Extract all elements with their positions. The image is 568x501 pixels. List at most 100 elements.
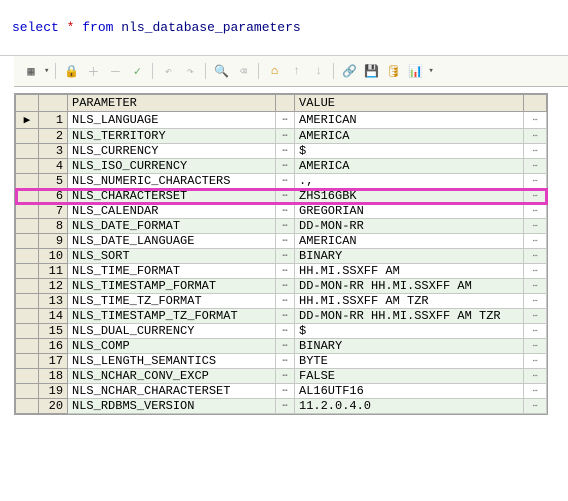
table-row[interactable]: 2NLS_TERRITORY⋯AMERICA⋯ — [16, 129, 547, 144]
table-row[interactable]: 13NLS_TIME_TZ_FORMAT⋯HH.MI.SSXFF AM TZR⋯ — [16, 294, 547, 309]
check-icon[interactable]: ✓ — [128, 62, 146, 80]
cell-value-more-icon[interactable]: ⋯ — [524, 294, 547, 309]
cell-value-more-icon[interactable]: ⋯ — [524, 189, 547, 204]
cell-value[interactable]: ., — [295, 174, 524, 189]
cell-parameter[interactable]: NLS_CALENDAR — [68, 204, 276, 219]
cell-value-more-icon[interactable]: ⋯ — [524, 354, 547, 369]
grid-icon[interactable]: ▦ — [22, 62, 40, 80]
cell-value-more-icon[interactable]: ⋯ — [524, 384, 547, 399]
table-row[interactable]: 16NLS_COMP⋯BINARY⋯ — [16, 339, 547, 354]
cell-param-more-icon[interactable]: ⋯ — [276, 294, 295, 309]
cell-param-more-icon[interactable]: ⋯ — [276, 189, 295, 204]
table-row[interactable]: 10NLS_SORT⋯BINARY⋯ — [16, 249, 547, 264]
cell-param-more-icon[interactable]: ⋯ — [276, 112, 295, 129]
cell-parameter[interactable]: NLS_LENGTH_SEMANTICS — [68, 354, 276, 369]
cell-value[interactable]: AMERICAN — [295, 234, 524, 249]
cell-param-more-icon[interactable]: ⋯ — [276, 339, 295, 354]
cell-value-more-icon[interactable]: ⋯ — [524, 159, 547, 174]
cell-parameter[interactable]: NLS_ISO_CURRENCY — [68, 159, 276, 174]
table-row[interactable]: 20NLS_RDBMS_VERSION⋯11.2.0.4.0⋯ — [16, 399, 547, 414]
cell-value[interactable]: 11.2.0.4.0 — [295, 399, 524, 414]
table-row[interactable]: 11NLS_TIME_FORMAT⋯HH.MI.SSXFF AM⋯ — [16, 264, 547, 279]
cell-value[interactable]: HH.MI.SSXFF AM TZR — [295, 294, 524, 309]
column-parameter[interactable]: PARAMETER — [68, 95, 276, 112]
table-row[interactable]: 18NLS_NCHAR_CONV_EXCP⋯FALSE⋯ — [16, 369, 547, 384]
table-row[interactable]: ▶1NLS_LANGUAGE⋯AMERICAN⋯ — [16, 112, 547, 129]
cell-value-more-icon[interactable]: ⋯ — [524, 129, 547, 144]
undo-icon[interactable]: ↶ — [159, 62, 177, 80]
table-row[interactable]: 3NLS_CURRENCY⋯$⋯ — [16, 144, 547, 159]
cell-value-more-icon[interactable]: ⋯ — [524, 279, 547, 294]
db-icon[interactable]: 🛢 — [384, 62, 402, 80]
cell-value[interactable]: BINARY — [295, 339, 524, 354]
cell-value-more-icon[interactable]: ⋯ — [524, 399, 547, 414]
cell-param-more-icon[interactable]: ⋯ — [276, 219, 295, 234]
cell-value-more-icon[interactable]: ⋯ — [524, 174, 547, 189]
cell-param-more-icon[interactable]: ⋯ — [276, 324, 295, 339]
cell-param-more-icon[interactable]: ⋯ — [276, 399, 295, 414]
cell-value[interactable]: AMERICA — [295, 129, 524, 144]
chart-icon[interactable]: 📊 — [406, 62, 424, 80]
cell-parameter[interactable]: NLS_DATE_FORMAT — [68, 219, 276, 234]
cell-value-more-icon[interactable]: ⋯ — [524, 112, 547, 129]
table-row[interactable]: 12NLS_TIMESTAMP_FORMAT⋯DD-MON-RR HH.MI.S… — [16, 279, 547, 294]
cell-value-more-icon[interactable]: ⋯ — [524, 339, 547, 354]
cell-parameter[interactable]: NLS_NCHAR_CHARACTERSET — [68, 384, 276, 399]
cell-param-more-icon[interactable]: ⋯ — [276, 369, 295, 384]
cell-param-more-icon[interactable]: ⋯ — [276, 144, 295, 159]
table-row[interactable]: 9NLS_DATE_LANGUAGE⋯AMERICAN⋯ — [16, 234, 547, 249]
cell-parameter[interactable]: NLS_TIMESTAMP_FORMAT — [68, 279, 276, 294]
cell-value[interactable]: $ — [295, 324, 524, 339]
cell-param-more-icon[interactable]: ⋯ — [276, 384, 295, 399]
column-value[interactable]: VALUE — [295, 95, 524, 112]
lock-icon[interactable]: 🔒 — [62, 62, 80, 80]
cell-parameter[interactable]: NLS_RDBMS_VERSION — [68, 399, 276, 414]
table-row[interactable]: 19NLS_NCHAR_CHARACTERSET⋯AL16UTF16⋯ — [16, 384, 547, 399]
table-row[interactable]: 15NLS_DUAL_CURRENCY⋯$⋯ — [16, 324, 547, 339]
cell-value-more-icon[interactable]: ⋯ — [524, 324, 547, 339]
cell-parameter[interactable]: NLS_NUMERIC_CHARACTERS — [68, 174, 276, 189]
column-tail[interactable] — [524, 95, 547, 112]
table-row[interactable]: 8NLS_DATE_FORMAT⋯DD-MON-RR⋯ — [16, 219, 547, 234]
cell-param-more-icon[interactable]: ⋯ — [276, 129, 295, 144]
plus-icon[interactable]: ＋ — [84, 62, 102, 80]
cell-value[interactable]: DD-MON-RR HH.MI.SSXFF AM — [295, 279, 524, 294]
cell-parameter[interactable]: NLS_CHARACTERSET — [68, 189, 276, 204]
cell-parameter[interactable]: NLS_DUAL_CURRENCY — [68, 324, 276, 339]
down-icon[interactable]: ↓ — [309, 62, 327, 80]
table-row[interactable]: 7NLS_CALENDAR⋯GREGORIAN⋯ — [16, 204, 547, 219]
link-icon[interactable]: 🔗 — [340, 62, 358, 80]
cell-parameter[interactable]: NLS_COMP — [68, 339, 276, 354]
cell-parameter[interactable]: NLS_TERRITORY — [68, 129, 276, 144]
cell-value-more-icon[interactable]: ⋯ — [524, 219, 547, 234]
cell-value-more-icon[interactable]: ⋯ — [524, 204, 547, 219]
cell-parameter[interactable]: NLS_DATE_LANGUAGE — [68, 234, 276, 249]
cell-value-more-icon[interactable]: ⋯ — [524, 264, 547, 279]
cell-param-more-icon[interactable]: ⋯ — [276, 309, 295, 324]
find-icon[interactable]: 🔍 — [212, 62, 230, 80]
save-icon[interactable]: 💾 — [362, 62, 380, 80]
table-row[interactable]: 5NLS_NUMERIC_CHARACTERS⋯.,⋯ — [16, 174, 547, 189]
table-row[interactable]: 14NLS_TIMESTAMP_TZ_FORMAT⋯DD-MON-RR HH.M… — [16, 309, 547, 324]
cell-value-more-icon[interactable]: ⋯ — [524, 249, 547, 264]
cell-value-more-icon[interactable]: ⋯ — [524, 309, 547, 324]
erase-icon[interactable]: ⌫ — [234, 62, 252, 80]
cell-value-more-icon[interactable]: ⋯ — [524, 369, 547, 384]
cell-parameter[interactable]: NLS_TIME_FORMAT — [68, 264, 276, 279]
cell-value[interactable]: AL16UTF16 — [295, 384, 524, 399]
cell-value[interactable]: BYTE — [295, 354, 524, 369]
table-row[interactable]: 4NLS_ISO_CURRENCY⋯AMERICA⋯ — [16, 159, 547, 174]
cell-parameter[interactable]: NLS_TIMESTAMP_TZ_FORMAT — [68, 309, 276, 324]
home-icon[interactable]: ⌂ — [265, 62, 283, 80]
minus-icon[interactable]: － — [106, 62, 124, 80]
cell-parameter[interactable]: NLS_TIME_TZ_FORMAT — [68, 294, 276, 309]
redo-icon[interactable]: ↷ — [181, 62, 199, 80]
cell-parameter[interactable]: NLS_NCHAR_CONV_EXCP — [68, 369, 276, 384]
cell-value[interactable]: AMERICAN — [295, 112, 524, 129]
table-row[interactable]: 17NLS_LENGTH_SEMANTICS⋯BYTE⋯ — [16, 354, 547, 369]
sql-editor[interactable]: select * from nls_database_parameters — [0, 0, 568, 56]
cell-value[interactable]: $ — [295, 144, 524, 159]
cell-param-more-icon[interactable]: ⋯ — [276, 204, 295, 219]
cell-param-more-icon[interactable]: ⋯ — [276, 264, 295, 279]
cell-parameter[interactable]: NLS_CURRENCY — [68, 144, 276, 159]
